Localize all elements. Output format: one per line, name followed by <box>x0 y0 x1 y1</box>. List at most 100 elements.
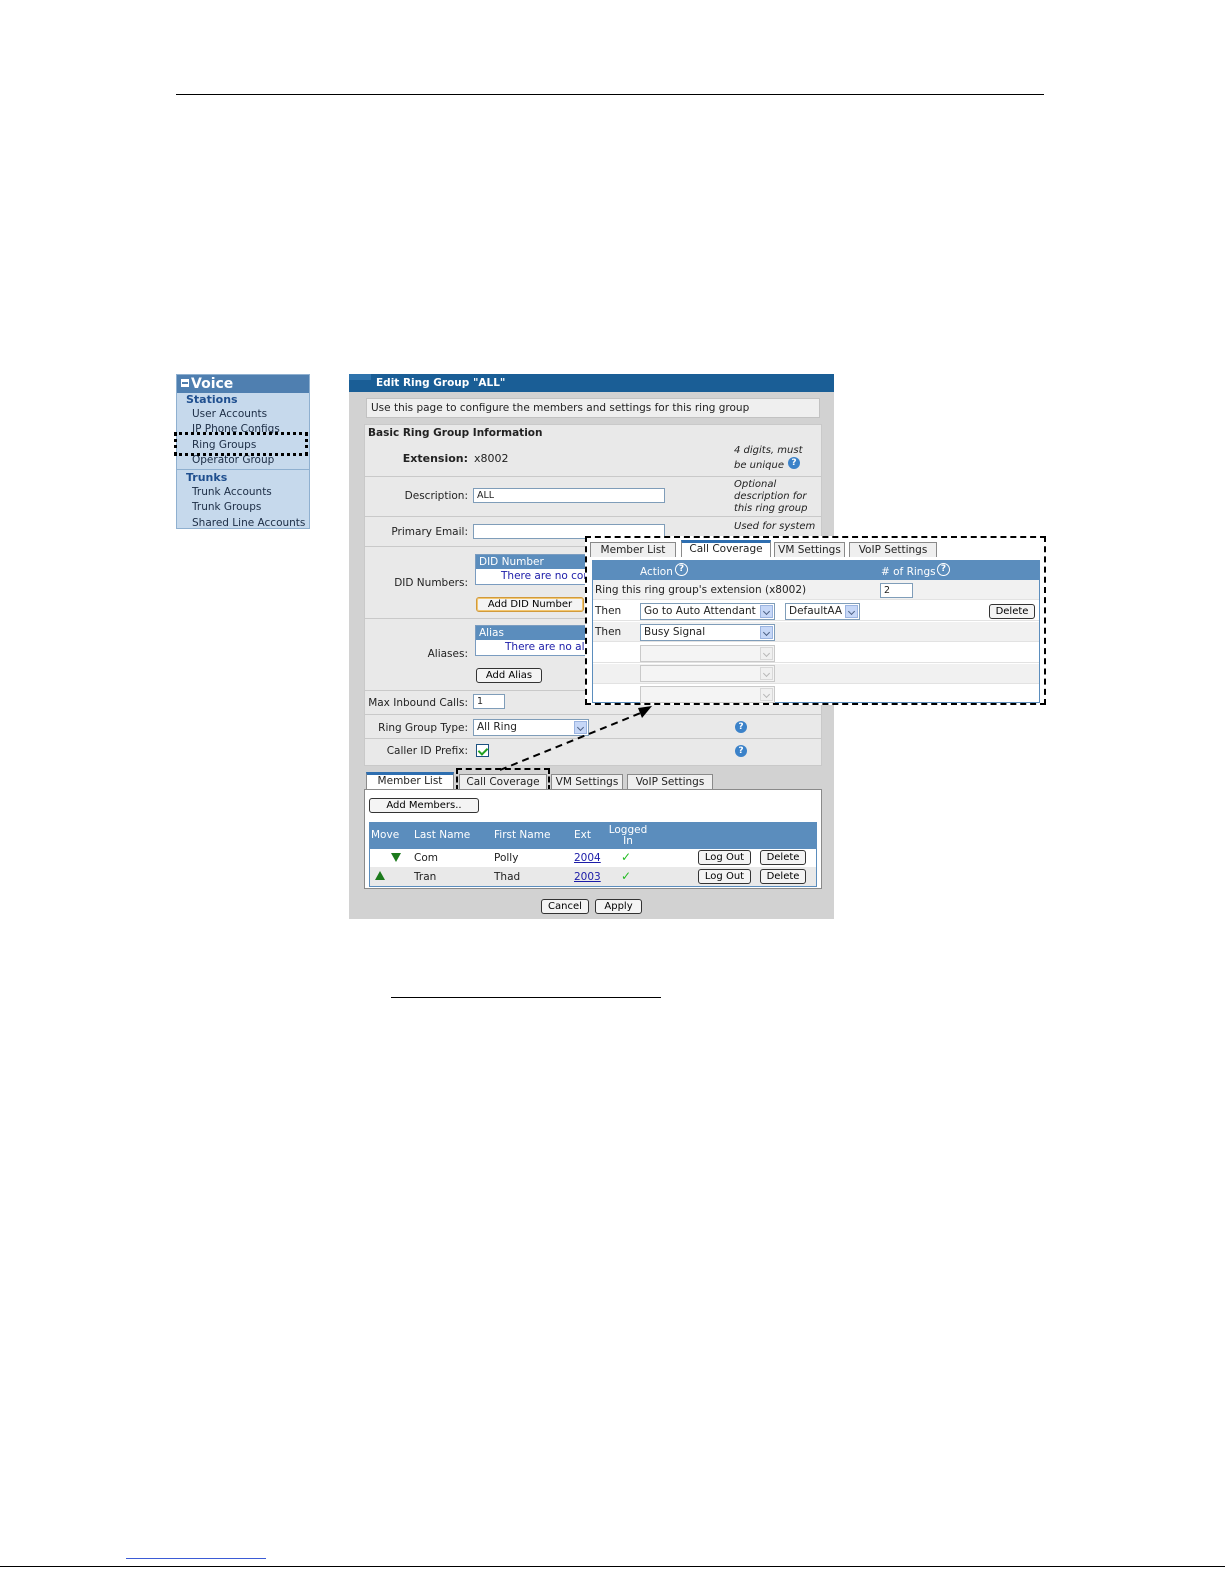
description-hint-3: this ring group <box>734 503 808 514</box>
member-first-name: Thad <box>494 871 521 883</box>
delete-member-button[interactable]: Delete <box>760 850 806 865</box>
tab-member-list[interactable]: Member List <box>366 772 454 789</box>
email-hint: Used for system <box>734 521 816 532</box>
then-action-value: Go to Auto Attendant <box>644 605 756 617</box>
nav-section-trunks: Trunks <box>186 471 228 485</box>
delete-member-button[interactable]: Delete <box>760 869 806 884</box>
nav-header[interactable]: Voice <box>177 375 309 393</box>
aliases-label: Aliases: <box>427 648 468 660</box>
chevron-down-icon[interactable] <box>760 626 773 639</box>
log-out-button[interactable]: Log Out <box>698 869 751 884</box>
max-calls-label: Max Inbound Calls: <box>368 697 468 709</box>
member-last-name: Com <box>414 852 438 864</box>
nav-item-trunk-accounts[interactable]: Trunk Accounts <box>177 485 309 500</box>
callout-tab-voip-settings[interactable]: VoIP Settings <box>849 542 937 557</box>
then-target-select[interactable]: DefaultAA <box>785 603 860 620</box>
caller-id-help-icon[interactable]: ? <box>735 745 747 757</box>
extension-label: Extension: <box>402 452 468 465</box>
delete-coverage-button[interactable]: Delete <box>989 604 1035 619</box>
callout-tab-member-list[interactable]: Member List <box>590 542 676 557</box>
then-label: Then <box>595 605 622 617</box>
add-alias-button[interactable]: Add Alias <box>476 668 542 683</box>
description-label: Description: <box>404 490 468 502</box>
did-table: DID Number There are no configured DID n… <box>475 554 591 585</box>
did-table-empty: There are no configured DID numbers <box>501 570 590 582</box>
move-up-icon[interactable] <box>375 871 385 880</box>
ring-groups-highlight <box>174 432 308 456</box>
rings-field[interactable]: 2 <box>880 583 913 598</box>
col-ext: Ext <box>574 829 591 841</box>
col-last-name: Last Name <box>414 829 471 841</box>
col-logged-in: Logged In <box>608 824 648 847</box>
alias-table: Alias There are no aliases configured <box>475 625 591 656</box>
extension-value: x8002 <box>474 452 509 465</box>
chevron-down-icon <box>760 647 773 660</box>
member-last-name: Tran <box>414 871 437 883</box>
tab-vm-settings[interactable]: VM Settings <box>551 774 623 789</box>
callout-arrow <box>499 706 652 771</box>
description-hint-1: Optional <box>734 479 777 490</box>
row-divider <box>364 476 822 477</box>
logged-in-check-icon: ✓ <box>621 869 632 883</box>
logged-in-check-icon: ✓ <box>621 850 632 864</box>
info-bar: Use this page to configure the members a… <box>366 398 820 418</box>
description-hint-2: description for <box>734 491 807 502</box>
footnote-rule <box>391 997 661 998</box>
add-members-button[interactable]: Add Members.. <box>369 798 479 813</box>
alias-table-header: Alias <box>476 626 590 640</box>
member-first-name: Polly <box>494 852 519 864</box>
move-down-icon[interactable] <box>391 853 401 862</box>
then-action-select-5 <box>640 686 775 703</box>
nav-divider <box>177 469 309 471</box>
then-target-value: DefaultAA <box>789 605 843 617</box>
email-label: Primary Email: <box>391 526 468 538</box>
header-rule <box>176 94 1044 95</box>
tab-voip-settings[interactable]: VoIP Settings <box>627 774 713 789</box>
nav-item-trunk-groups[interactable]: Trunk Groups <box>177 500 309 515</box>
apply-button[interactable]: Apply <box>595 899 642 914</box>
cancel-button[interactable]: Cancel <box>541 899 589 914</box>
row-divider <box>364 516 822 517</box>
then-action-select-1[interactable]: Go to Auto Attendant <box>640 603 775 620</box>
ring-extension-label: Ring this ring group's extension (x8002) <box>595 584 807 596</box>
then-action-select-2[interactable]: Busy Signal <box>640 624 775 641</box>
panel-title: Edit Ring Group "ALL" <box>349 374 834 392</box>
extension-hint-2: be unique <box>734 460 784 471</box>
extension-help-icon[interactable]: ? <box>788 457 800 469</box>
col-first-name: First Name <box>494 829 551 841</box>
nav-item-user-accounts[interactable]: User Accounts <box>177 407 309 422</box>
member-ext-link[interactable]: 2003 <box>574 871 601 883</box>
chevron-down-icon[interactable] <box>845 605 858 618</box>
then-action-select-4 <box>640 665 775 682</box>
then-action-value: Busy Signal <box>644 626 706 638</box>
extension-hint-1: 4 digits, must <box>734 445 803 456</box>
collapse-icon[interactable] <box>181 379 189 387</box>
ring-type-help-icon[interactable]: ? <box>735 721 747 733</box>
add-did-number-button[interactable]: Add DID Number <box>476 597 584 612</box>
nav-section-stations: Stations <box>186 393 238 406</box>
chevron-down-icon[interactable] <box>760 605 773 618</box>
then-action-select-3 <box>640 645 775 662</box>
alias-table-empty: There are no aliases configured <box>505 641 590 653</box>
member-ext-link[interactable]: 2004 <box>574 852 601 864</box>
nav-item-shared-line-accounts[interactable]: Shared Line Accounts <box>177 516 309 531</box>
col-move: Move <box>371 829 400 841</box>
ring-type-label: Ring Group Type: <box>378 722 468 734</box>
callout-tab-vm-settings[interactable]: VM Settings <box>774 542 845 557</box>
footer-link-rule <box>126 1558 266 1559</box>
section-title: Basic Ring Group Information <box>368 427 543 439</box>
action-help-icon[interactable]: ? <box>675 563 688 576</box>
col-rings: # of Rings <box>881 566 936 578</box>
footer-rule <box>0 1566 1225 1567</box>
caller-id-label: Caller ID Prefix: <box>386 745 468 757</box>
col-action: Action <box>640 566 673 578</box>
chevron-down-icon <box>760 667 773 680</box>
did-table-header: DID Number <box>476 555 590 569</box>
chevron-down-icon <box>760 688 773 701</box>
then-label: Then <box>595 626 622 638</box>
description-field[interactable]: ALL <box>473 488 665 503</box>
log-out-button[interactable]: Log Out <box>698 850 751 865</box>
rings-help-icon[interactable]: ? <box>937 563 950 576</box>
callout-tab-call-coverage[interactable]: Call Coverage <box>681 540 771 557</box>
did-label: DID Numbers: <box>394 577 468 589</box>
